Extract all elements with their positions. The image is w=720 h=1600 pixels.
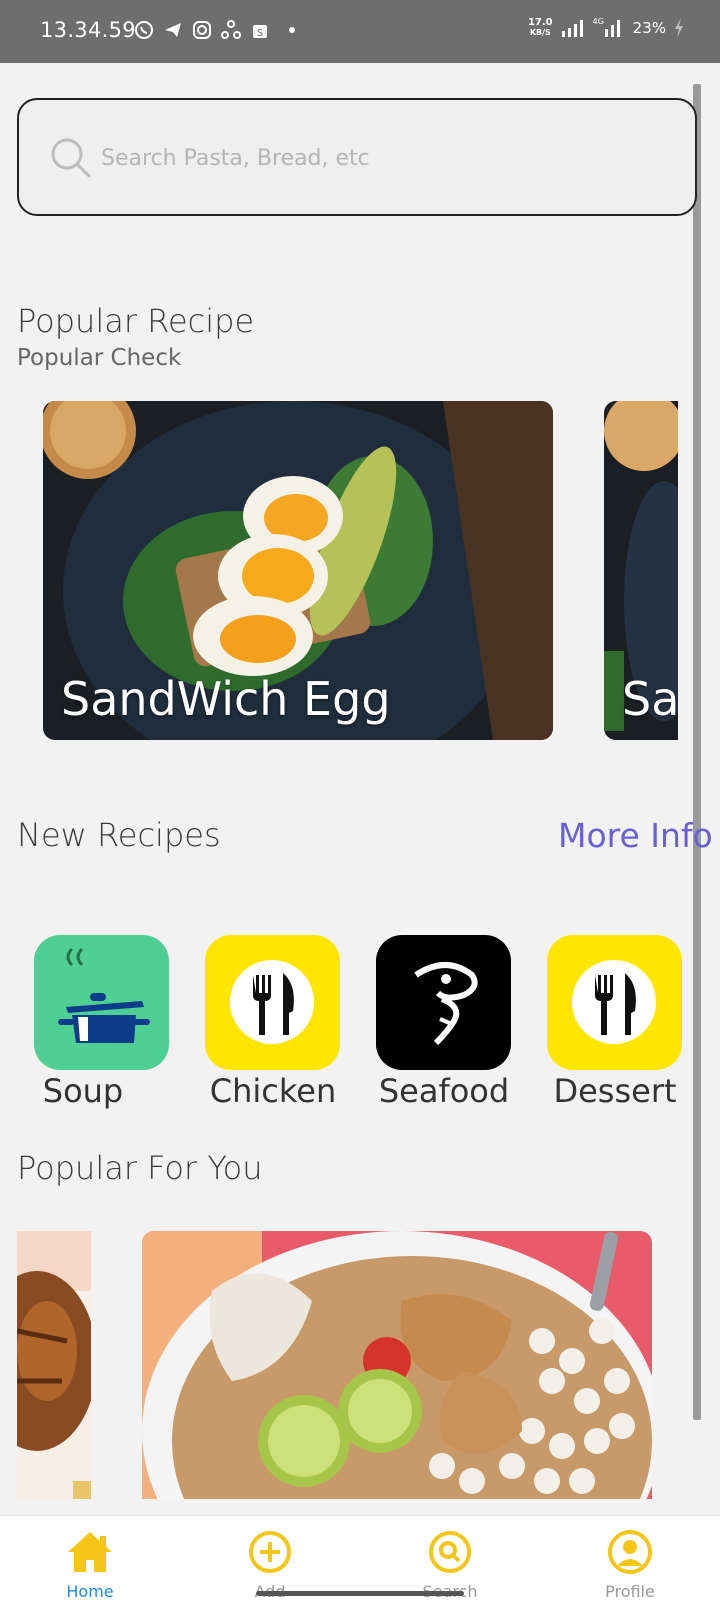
fork-knife-icon [572,960,656,1044]
recipe-card-label: SandWich Egg [61,672,391,726]
category-seafood[interactable] [376,935,511,1070]
whatsapp-icon [135,21,153,39]
home-icon [68,1532,112,1572]
recipe-image [142,1231,652,1499]
new-recipes-title: New Recipes [17,816,221,854]
more-info-link[interactable]: More Info [558,816,713,855]
battery-percent: 23% [632,19,666,37]
nav-home[interactable]: Home [30,1528,150,1600]
more-notifications-dot [289,27,295,33]
status-bar: 13.34.59 S 17.0 KB/S 4G 23% [0,0,720,63]
category-label-chicken: Chicken [209,1072,337,1110]
notification-icons: S [134,20,295,40]
recipe-card[interactable]: Sa [604,401,678,740]
category-dessert[interactable] [547,935,682,1070]
nav-profile[interactable]: Profile [570,1528,690,1600]
search-input[interactable] [101,136,661,180]
cooking-pot-icon [58,947,150,1043]
category-label-soup: Soup [42,1072,124,1110]
instagram-icon [193,21,211,39]
popular-recipe-subtitle: Popular Check [17,345,182,371]
category-label-dessert: Dessert [553,1072,677,1110]
svg-text:S: S [257,28,263,39]
search-bar[interactable] [17,98,697,216]
status-time: 13.34.59 [40,18,136,42]
recipe-card-label: Sa [622,672,678,726]
fork-knife-icon [230,960,314,1044]
nav-home-label: Home [66,1582,114,1600]
scrollbar[interactable] [693,84,701,1420]
sync-icon [221,20,241,39]
network-4g-signal: 4G [593,17,625,37]
telegram-icon [165,23,181,37]
popular-for-you-title: Popular For You [17,1149,263,1187]
home-indicator[interactable] [256,1591,464,1596]
recipe-image [17,1231,91,1499]
shop-icon: S [253,25,267,39]
popular-for-you-card[interactable] [142,1231,652,1499]
category-label-seafood: Seafood [378,1072,510,1110]
net-speed: 17.0 KB/S [527,17,553,38]
add-circle-icon [249,1531,291,1573]
nav-add[interactable]: Add [210,1528,330,1600]
category-soup[interactable] [34,935,169,1070]
popular-recipe-title: Popular Recipe [17,302,255,340]
fish-icon [414,962,478,1046]
popular-for-you-card[interactable] [17,1231,91,1499]
search-icon [51,138,91,178]
bottom-navigation: Home Add Search Profile [0,1515,720,1600]
nav-search[interactable]: Search [390,1528,510,1600]
category-chicken[interactable] [205,935,340,1070]
nav-profile-label: Profile [605,1582,655,1600]
search-circle-icon [429,1531,471,1573]
recipe-card[interactable]: SandWich Egg [43,401,553,740]
status-right: 17.0 KB/S 4G 23% [527,17,684,38]
profile-icon [608,1530,652,1574]
charging-icon [675,18,683,38]
signal-icon [561,20,583,37]
